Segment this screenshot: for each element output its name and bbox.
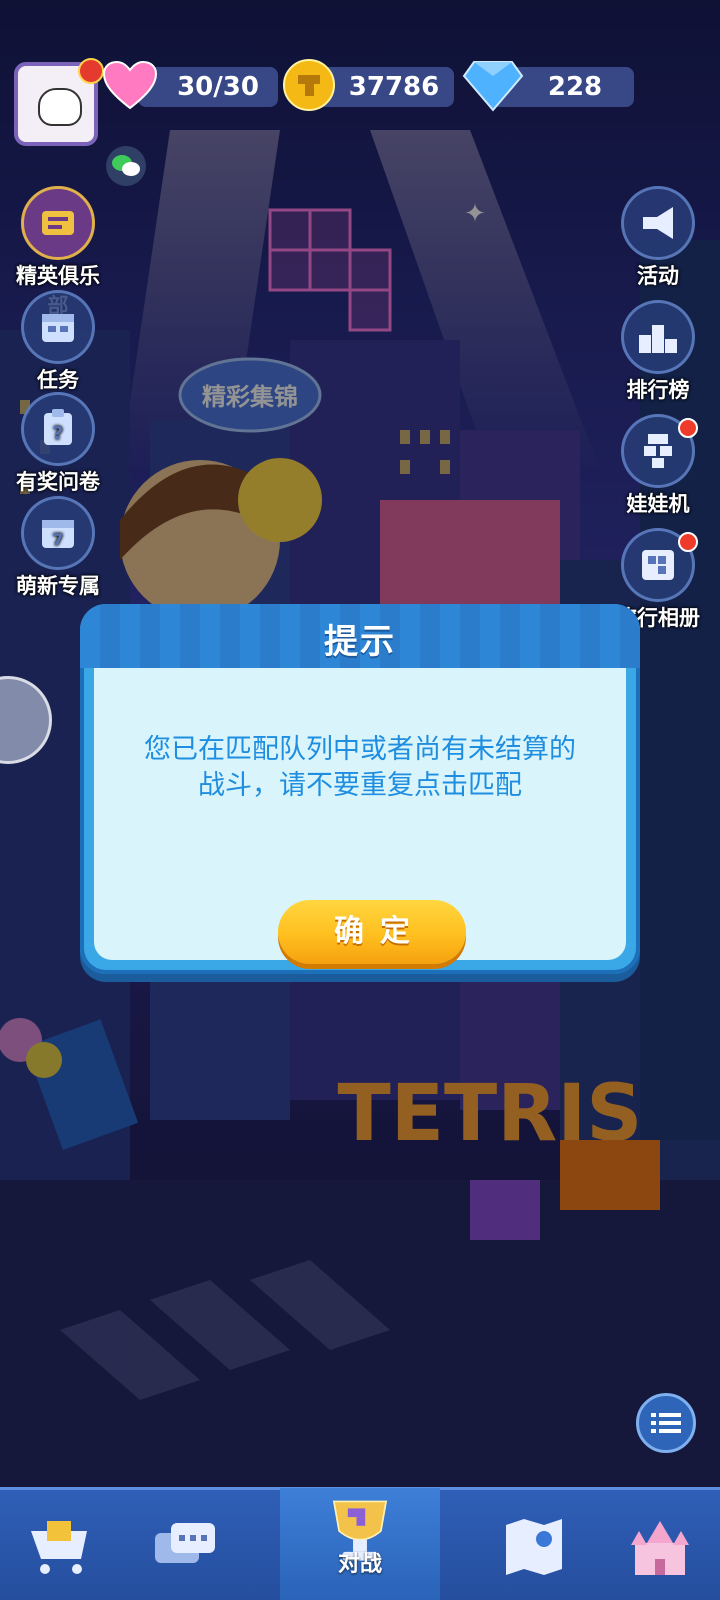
coin-icon: [283, 59, 335, 111]
cat-avatar-icon: [38, 88, 82, 126]
leaderboard-label: 排行榜: [626, 378, 690, 402]
survey-label: 有奖问卷: [16, 470, 100, 494]
tasks-button[interactable]: 任务: [10, 290, 106, 394]
avatar-badge-icon: [78, 58, 104, 84]
survey-clipboard-icon: ?: [21, 392, 95, 466]
chat-bubbles-icon: [155, 1523, 215, 1563]
heart-icon: [102, 60, 158, 110]
dialog-title: 提示: [324, 622, 396, 662]
events-button[interactable]: 活动: [610, 186, 706, 290]
svg-text:?: ?: [53, 423, 63, 444]
map-icon: [506, 1519, 562, 1575]
dialog-body: 您已在匹配队列中或者尚有未结算的战斗，请不要重复点击匹配 确定: [94, 668, 626, 964]
newbie-button[interactable]: 7 萌新专属: [10, 496, 106, 600]
bottom-navigation: 对战: [0, 1487, 720, 1600]
shop-cart-icon: [31, 1521, 87, 1574]
castle-icon: [631, 1521, 689, 1575]
tasks-label: 任务: [37, 368, 79, 392]
leaderboard-button[interactable]: 排行榜: [610, 300, 706, 404]
notification-dot: [678, 532, 698, 552]
claw-machine-button[interactable]: 娃娃机: [610, 414, 706, 518]
survey-button[interactable]: ? 有奖问卷: [10, 392, 106, 496]
claw-machine-label: 娃娃机: [626, 492, 690, 516]
megaphone-icon: [621, 186, 695, 260]
hearts-counter[interactable]: 30/30: [138, 67, 278, 107]
nav-shop-button[interactable]: [20, 1512, 100, 1582]
dialog-message: 您已在匹配队列中或者尚有未结算的战斗，请不要重复点击匹配: [144, 734, 576, 801]
svg-text:7: 7: [52, 530, 63, 549]
game-screen: 精彩集锦 TETRIS ✦ 30/30 37786 228 精英俱乐 任务 ? …: [0, 0, 720, 1600]
nav-battle-label: 对战: [337, 1552, 382, 1577]
coins-value: 37786: [348, 72, 440, 102]
club-badge-icon: [21, 186, 95, 260]
nav-castle-button[interactable]: [620, 1512, 700, 1582]
diamonds-value: 228: [547, 72, 603, 102]
podium-icon: [621, 300, 695, 374]
nav-map-button[interactable]: [494, 1512, 574, 1582]
confirm-button[interactable]: 确定: [278, 900, 466, 964]
calendar-7-icon: 7: [21, 496, 95, 570]
newbie-label: 萌新专属: [16, 574, 100, 598]
hearts-value: 30/30: [177, 72, 259, 102]
alert-dialog: 提示 您已在匹配队列中或者尚有未结算的战斗，请不要重复点击匹配 确定: [80, 604, 640, 974]
wechat-icon: [112, 155, 140, 176]
events-label: 活动: [637, 264, 679, 288]
calendar-task-icon: [21, 290, 95, 364]
list-menu-button[interactable]: [636, 1393, 696, 1453]
nav-chat-button[interactable]: [146, 1512, 226, 1582]
wechat-button[interactable]: [106, 146, 146, 186]
notification-dot: [678, 418, 698, 438]
list-icon: [651, 1413, 681, 1433]
player-avatar[interactable]: [14, 58, 104, 146]
diamond-icon: [462, 61, 524, 112]
